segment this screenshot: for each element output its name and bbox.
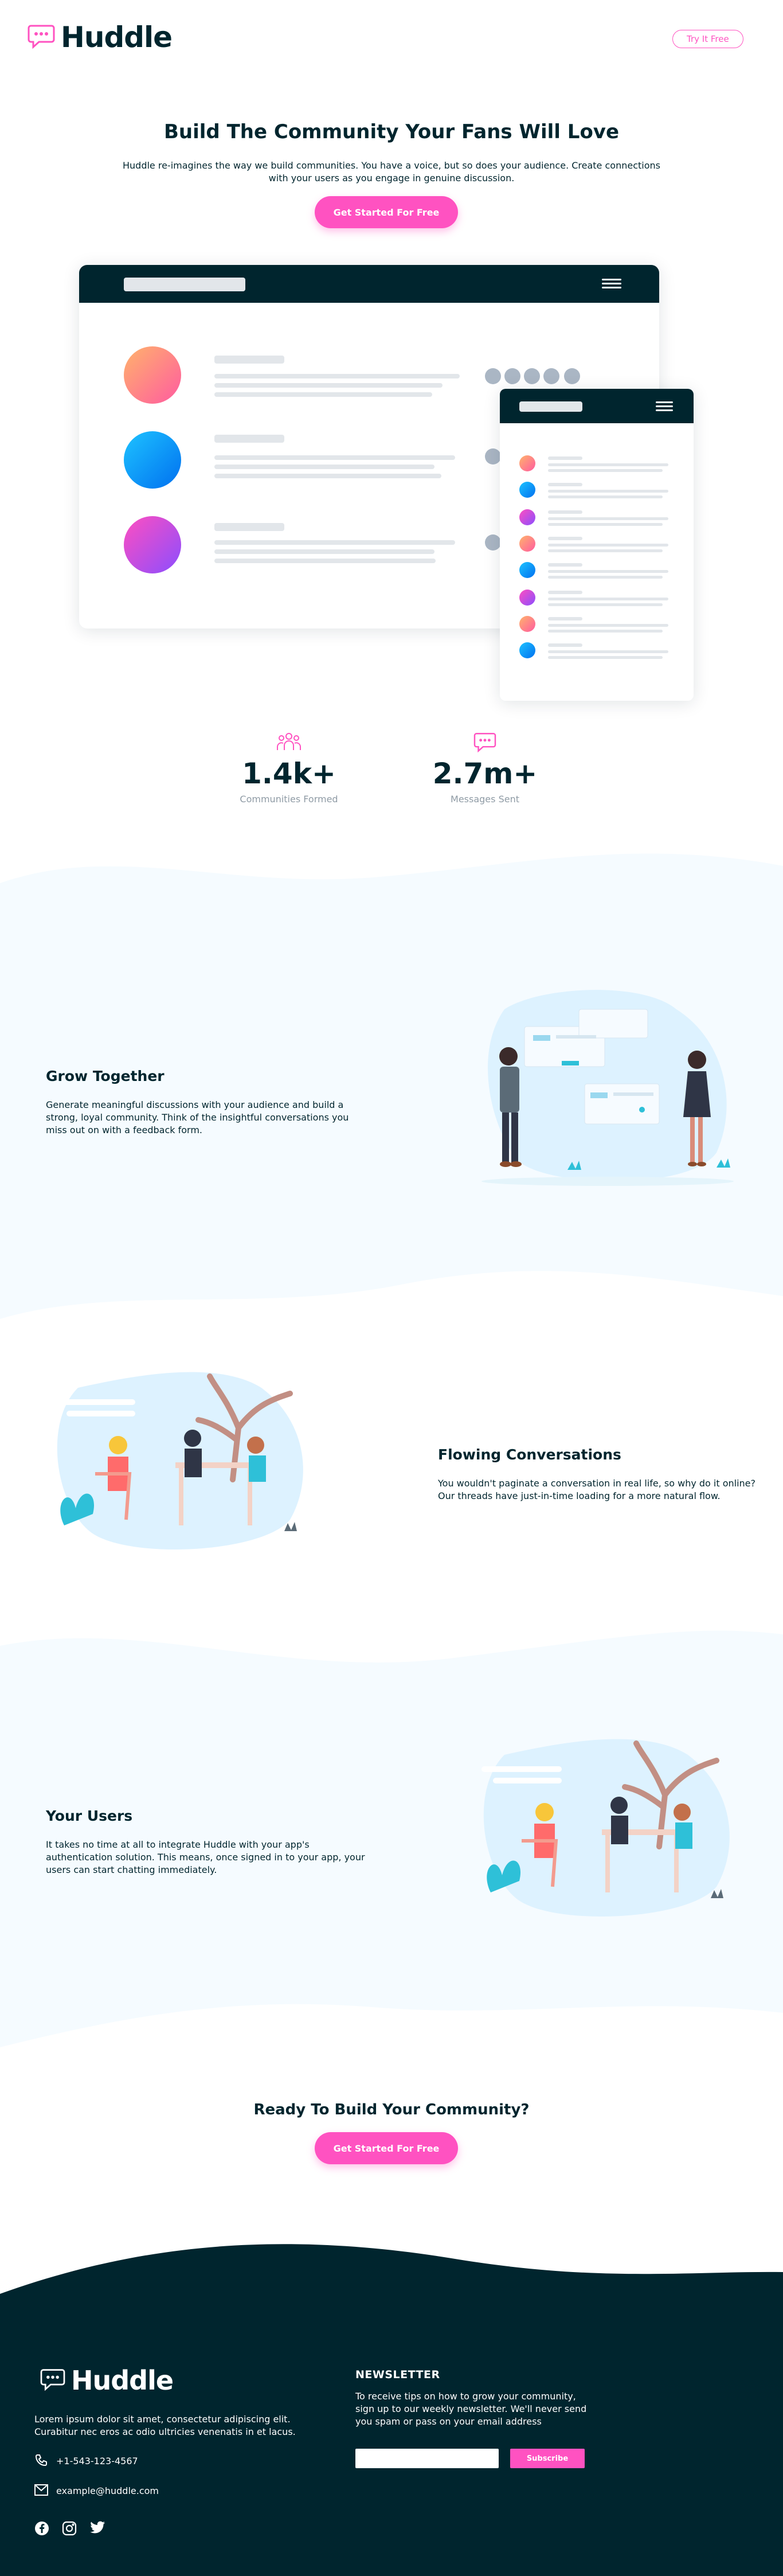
messages-icon [426, 732, 543, 755]
logo-text: Huddle [61, 21, 173, 54]
newsletter-title: NEWSLETTER [355, 2368, 440, 2381]
feature-2-text-line1: You wouldn't paginate a conversation in … [438, 1478, 756, 1489]
feature-3-text-line3: users can start chatting immediately. [46, 1864, 217, 1875]
social-links [34, 2521, 105, 2538]
footer-logo-text: Huddle [71, 2365, 174, 2396]
newsletter-email-input[interactable] [355, 2449, 499, 2468]
mobile-topbar [500, 389, 694, 423]
cta-title: Ready To Build Your Community? [253, 2101, 530, 2118]
feature-3-text-line1: It takes no time at all to integrate Hud… [46, 1839, 310, 1850]
hero-subtitle-line2: with your users as you engage in genuine… [268, 173, 515, 184]
footer-about-line2: Curabitur nec eros ac odio ultricies ven… [34, 2426, 296, 2437]
newsletter-text-line1: To receive tips on how to grow your comm… [355, 2391, 576, 2402]
hero-subtitle-line1: Huddle re-imagines the way we build comm… [123, 160, 660, 171]
your-users-illustration [481, 1739, 730, 1917]
feature-2-title: Flowing Conversations [438, 1446, 621, 1463]
hero-get-started-button[interactable]: Get Started For Free [315, 196, 458, 228]
feature-3-text-line2: authentication solution. This means, onc… [46, 1852, 365, 1863]
flowing-conversations-illustration [55, 1372, 303, 1550]
feature-1-text-line2: strong, loyal community. Think of the in… [46, 1112, 349, 1123]
feature-1-title: Grow Together [46, 1068, 165, 1084]
stat-messages-label: Messages Sent [451, 794, 519, 805]
communities-icon [230, 732, 347, 755]
mockup-topbar [79, 265, 659, 303]
footer-phone-text: +1-543-123-4567 [56, 2456, 138, 2466]
twitter-icon[interactable] [89, 2521, 105, 2538]
newsletter-text-line3: you spam or pass on your email address [355, 2416, 542, 2427]
cta-get-started-button[interactable]: Get Started For Free [315, 2132, 458, 2164]
feature-1-text-line3: miss out on with a feedback form. [46, 1125, 202, 1135]
stat-communities: 1.4k+ Communities Formed [230, 732, 347, 805]
footer-email[interactable]: example@huddle.com [34, 2484, 159, 2498]
feature-1-text-line1: Generate meaningful discussions with you… [46, 1099, 344, 1110]
footer-email-text: example@huddle.com [56, 2485, 159, 2496]
instagram-icon[interactable] [62, 2521, 77, 2538]
footer-about-line1: Lorem ipsum dolor sit amet, consectetur … [34, 2414, 291, 2425]
header-logo[interactable]: Huddle [28, 21, 173, 54]
stat-messages: 2.7m+ Messages Sent [426, 732, 543, 805]
footer-logo[interactable]: Huddle [40, 2365, 174, 2396]
footer-wave [0, 2244, 783, 2305]
feature-2-text-line2: Our threads have just-in-time loading fo… [438, 1490, 721, 1501]
footer-chat-bubble-icon [40, 2368, 65, 2393]
email-icon [34, 2484, 48, 2498]
mobile-hamburger-icon [656, 399, 673, 413]
stat-messages-value: 2.7m+ [432, 757, 538, 790]
grow-together-illustration [481, 990, 734, 1186]
footer: Huddle Lorem ipsum dolor sit amet, conse… [0, 2304, 783, 2576]
try-it-free-button[interactable]: Try It Free [672, 30, 743, 48]
feature-3-title: Your Users [46, 1808, 133, 1824]
stat-communities-value: 1.4k+ [242, 757, 336, 790]
subscribe-button[interactable]: Subscribe [510, 2449, 585, 2468]
avatar-blue [124, 431, 181, 489]
hamburger-icon [602, 276, 621, 291]
hero-title: Build The Community Your Fans Will Love [163, 120, 620, 143]
chat-bubble-icon [28, 24, 55, 51]
newsletter-text-line2: sign up to our weekly newsletter. We'll … [355, 2403, 587, 2414]
avatar-purple [124, 516, 181, 573]
stat-communities-label: Communities Formed [240, 794, 338, 805]
avatar-orange [124, 346, 181, 404]
facebook-icon[interactable] [34, 2521, 49, 2538]
footer-phone[interactable]: +1-543-123-4567 [34, 2453, 138, 2469]
phone-icon [34, 2453, 48, 2469]
mockup-mobile [500, 389, 694, 701]
